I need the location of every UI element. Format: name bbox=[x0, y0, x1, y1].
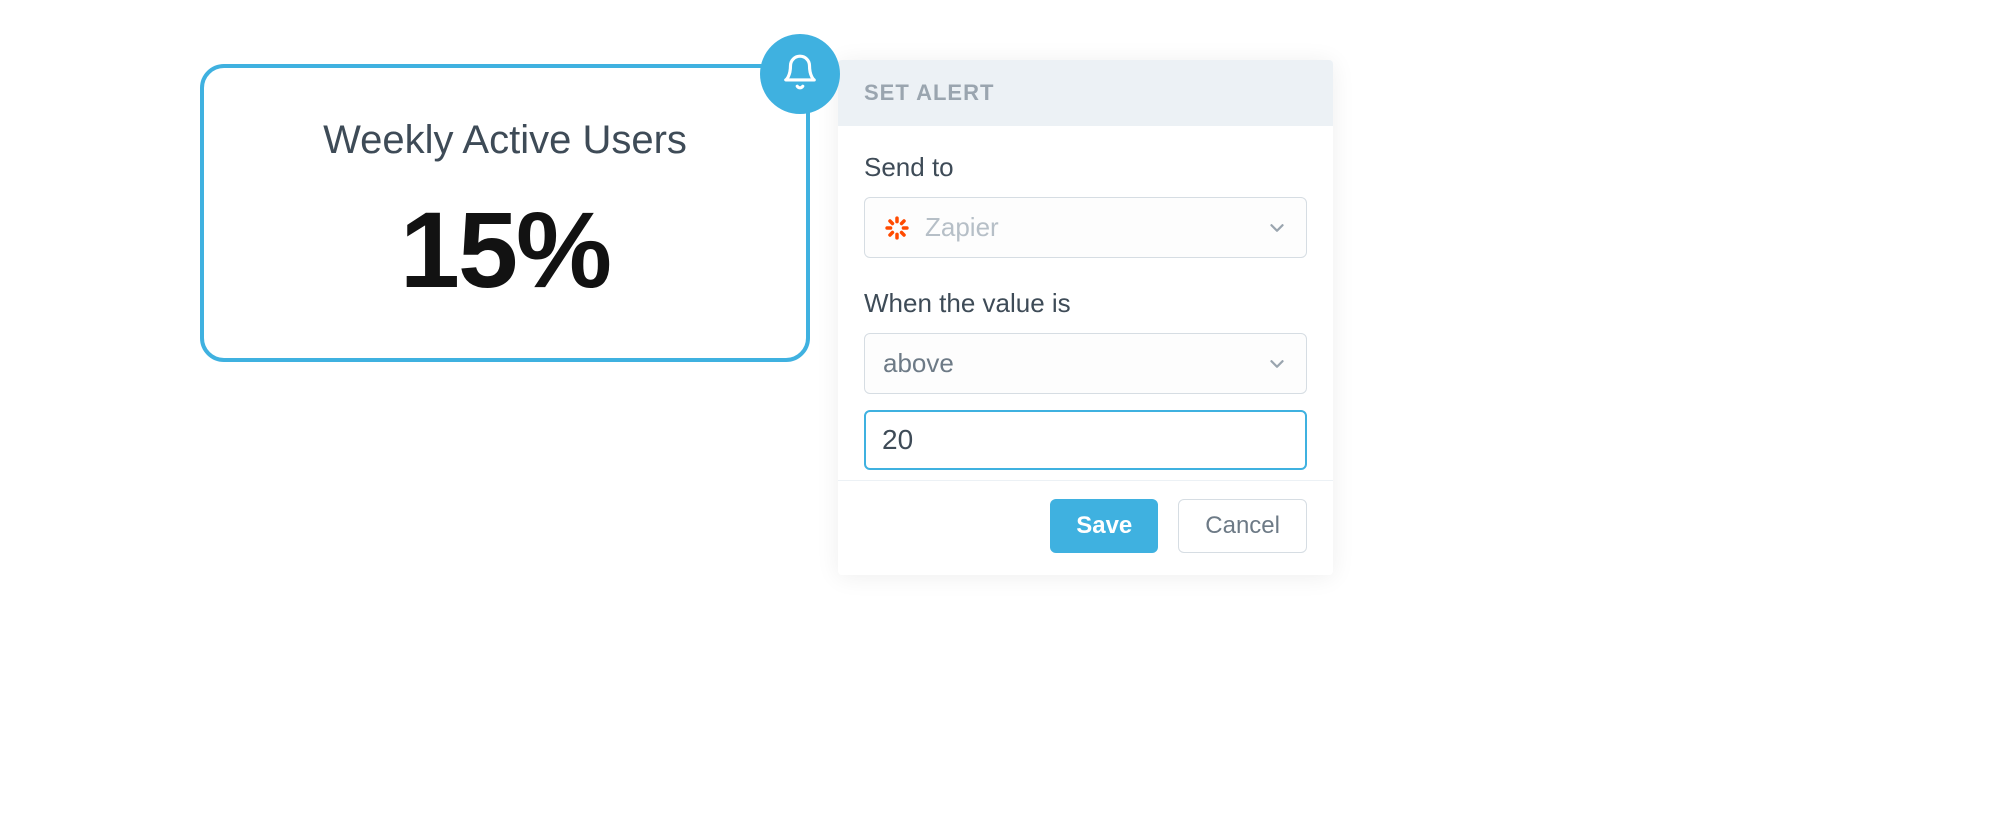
condition-label: When the value is bbox=[864, 288, 1307, 319]
alert-panel: SET ALERT Send to bbox=[838, 60, 1333, 575]
chevron-down-icon bbox=[1266, 217, 1288, 239]
alert-bell-button[interactable] bbox=[760, 34, 840, 114]
send-to-value: Zapier bbox=[925, 212, 999, 243]
cancel-button[interactable]: Cancel bbox=[1178, 499, 1307, 553]
chevron-down-icon bbox=[1266, 353, 1288, 375]
condition-operator-value: above bbox=[883, 348, 954, 379]
send-to-select[interactable]: Zapier bbox=[864, 197, 1307, 258]
metric-value: 15% bbox=[400, 187, 610, 312]
condition-value-input[interactable] bbox=[864, 410, 1307, 470]
metric-card: Weekly Active Users 15% bbox=[200, 64, 810, 362]
condition-operator-select[interactable]: above bbox=[864, 333, 1307, 394]
alert-panel-body: Send to bbox=[838, 126, 1333, 480]
send-to-label: Send to bbox=[864, 152, 1307, 183]
bell-icon bbox=[781, 53, 819, 96]
metric-title: Weekly Active Users bbox=[323, 118, 687, 163]
zapier-icon bbox=[883, 214, 911, 242]
save-button[interactable]: Save bbox=[1050, 499, 1158, 553]
alert-panel-header: SET ALERT bbox=[838, 60, 1333, 126]
alert-panel-footer: Save Cancel bbox=[838, 480, 1333, 575]
